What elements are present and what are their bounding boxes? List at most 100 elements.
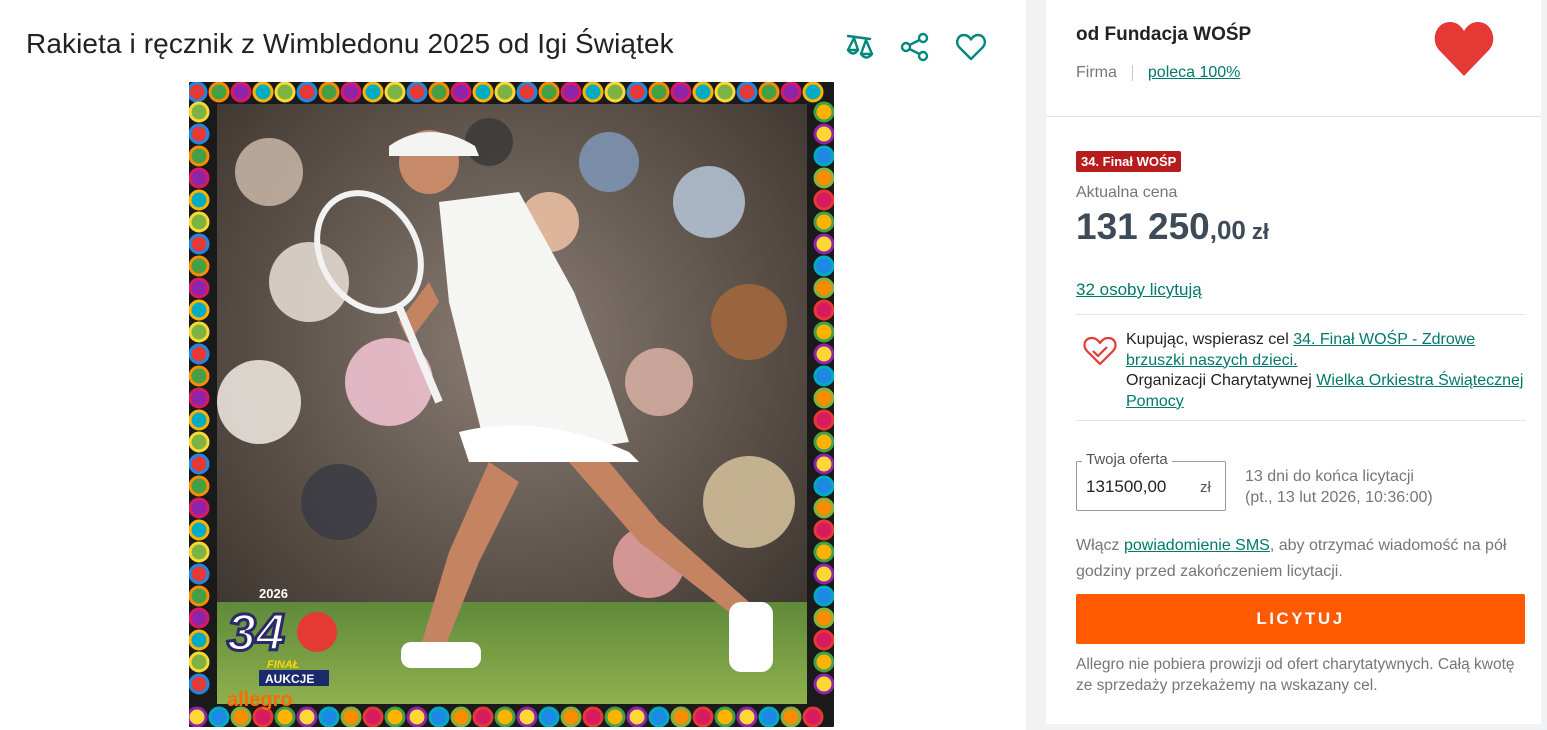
frame-dot [450,706,472,727]
wosp-logo[interactable] [1432,18,1496,78]
frame-dot [340,82,362,103]
fee-note: Allegro nie pobiera prowizji od ofert ch… [1076,656,1515,694]
product-actions [842,30,988,64]
panel-gutter [1026,0,1046,730]
frame-dot [538,82,560,103]
frame-dot [758,82,780,103]
frame-dot [813,167,834,189]
price-currency: zł [1251,219,1270,244]
compare-icon[interactable] [842,30,876,64]
frame-dot [714,706,736,727]
frame-dot [813,101,834,123]
charity-divider-bottom [1076,420,1526,421]
seller-name: od Fundacja WOŚP [1076,24,1252,45]
frame-dot [189,541,210,563]
sms-notification-link[interactable]: powiadomienie SMS [1124,537,1270,554]
frame-dot [692,82,714,103]
frame-dot [813,123,834,145]
frame-dot [813,343,834,365]
frame-dot [406,706,428,727]
frame-dot [362,82,384,103]
current-price: 131 250,00 zł [1076,206,1269,248]
offer-input[interactable] [1086,477,1196,497]
frame-dot [384,82,406,103]
frame-dot [516,82,538,103]
frame-dot [802,706,824,727]
frame-dot [802,82,824,103]
frame-dot [189,585,210,607]
frame-dot [813,277,834,299]
frame-dot [189,475,210,497]
sms-notice: Włącz powiadomienie SMS, aby otrzymać wi… [1076,533,1526,585]
frame-dot [670,82,692,103]
frame-dot [813,365,834,387]
frame-dot [516,706,538,727]
frame-dot [189,431,210,453]
image-badge-brand: allegro [227,689,293,711]
frame-dot [189,101,210,123]
frame-dot [813,673,834,695]
frame-dot [736,706,758,727]
frame-dot [813,299,834,321]
frame-dot [252,82,274,103]
frame-dot [813,321,834,343]
frame-dot [813,255,834,277]
seller-meta: Firma poleca 100% [1076,64,1240,82]
frame-dot [189,277,210,299]
frame-dot [648,82,670,103]
frame-dot [813,145,834,167]
frame-dot [813,431,834,453]
frame-dot [189,651,210,673]
frame-dot [208,706,230,727]
product-image[interactable]: 2026 34 FINAŁ AUKCJE allegro [189,82,834,727]
frame-dot [230,82,252,103]
final-badge: 34. Finał WOŚP [1076,151,1182,172]
frame-dot [189,519,210,541]
frame-dot [494,82,516,103]
frame-dot [670,706,692,727]
offer-label: Twoja oferta [1082,451,1172,468]
charity-prefix: Kupując, wspierasz cel [1126,331,1294,348]
frame-dot [406,82,428,103]
sms-prefix: Włącz [1076,537,1124,554]
image-badge-number: 34 [227,604,285,662]
seller-divider [1046,116,1541,117]
frame-dot [450,82,472,103]
heart-outline-icon[interactable] [954,30,988,64]
frame-dot [813,387,834,409]
frame-dot [813,409,834,431]
bid-button[interactable]: LICYTUJ [1076,594,1525,644]
image-badge-final: FINAŁ [267,659,300,671]
frame-dot [189,145,210,167]
frame-dot [189,255,210,277]
seller-recommend-link[interactable]: poleca 100% [1148,64,1241,82]
frame-dot [626,82,648,103]
share-icon[interactable] [898,30,932,64]
frame-dot [472,82,494,103]
frame-dot [813,211,834,233]
frame-dot [296,82,318,103]
frame-dot [626,706,648,727]
frame-dot [604,706,626,727]
product-title: Rakieta i ręcznik z Wimbledonu 2025 od I… [26,28,674,59]
frame-dot [582,82,604,103]
frame-dot [274,82,296,103]
bidders-link[interactable]: 32 osoby licytują [1076,280,1202,300]
frame-dot [189,365,210,387]
frame-dot [758,706,780,727]
frame-dot [813,541,834,563]
frame-dot [189,497,210,519]
frame-dot [813,651,834,673]
frame-dot [189,706,208,727]
frame-dot [813,497,834,519]
frame-dot [189,321,210,343]
time-left: 13 dni do końca licytacji (pt., 13 lut 2… [1245,466,1433,508]
auction-end-date: (pt., 13 lut 2026, 10:36:00) [1245,489,1433,506]
frame-dot [780,82,802,103]
time-left-days: 13 dni do końca licytacji [1245,468,1414,485]
frame-dot [692,706,714,727]
frame-dot [189,189,210,211]
frame-dot [189,673,210,695]
frame-dot [538,706,560,727]
frame-dot [736,82,758,103]
